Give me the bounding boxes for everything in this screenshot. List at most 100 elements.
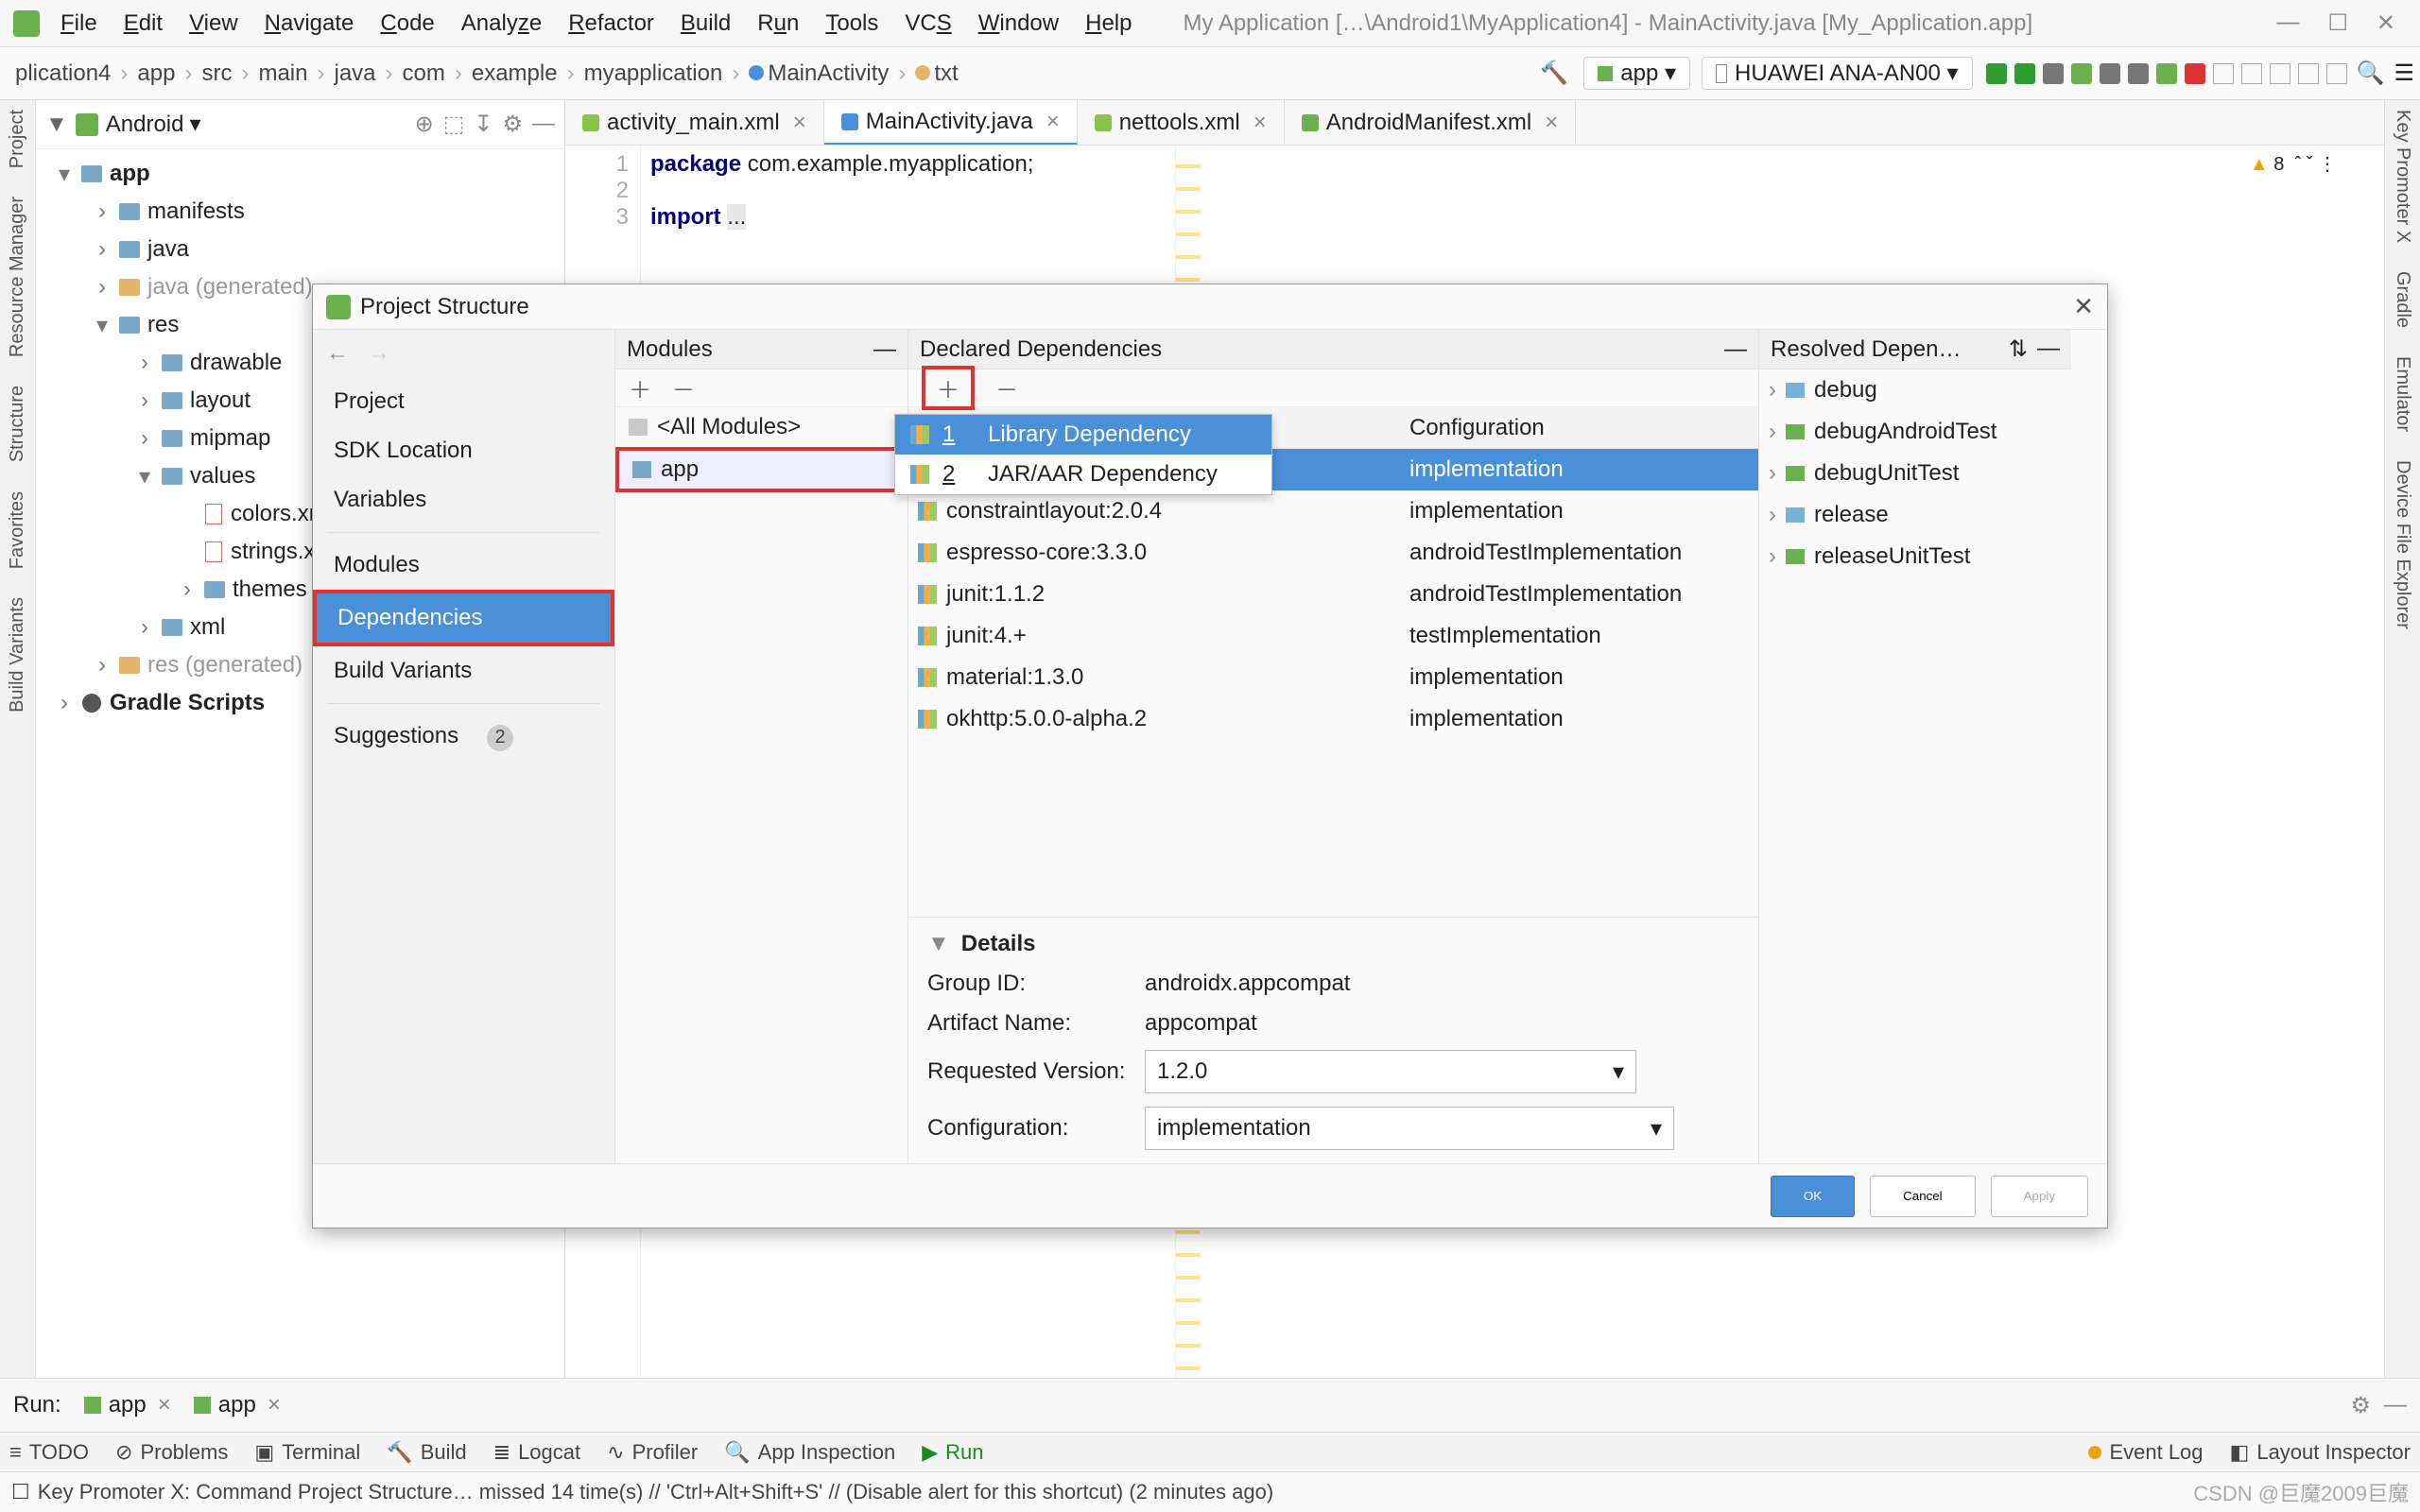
collapse-icon[interactable]: —: [1724, 336, 1747, 363]
tab-build[interactable]: 🔨 Build: [387, 1440, 466, 1465]
crumb[interactable]: example: [462, 60, 567, 87]
tab-app-inspection[interactable]: 🔍 App Inspection: [724, 1440, 895, 1465]
remove-dependency-icon[interactable]: －: [995, 371, 1018, 404]
close-tab-icon[interactable]: ×: [1046, 109, 1060, 135]
dep-row[interactable]: junit:4.+testImplementation: [908, 615, 1758, 657]
debug-icon[interactable]: [2071, 63, 2092, 84]
close-tab-icon[interactable]: ×: [1253, 110, 1267, 136]
menu-analyze[interactable]: Analyze: [448, 10, 555, 37]
tree-app[interactable]: ▾app: [36, 155, 564, 193]
remove-module-icon[interactable]: －: [672, 371, 695, 404]
crumb[interactable]: main: [249, 60, 317, 87]
editor-warnings[interactable]: ▲ 8 ˆ ˇ ⋮: [2250, 152, 2337, 176]
tab-logcat[interactable]: ≣ Logcat: [493, 1440, 581, 1465]
run-tab[interactable]: app×: [194, 1392, 281, 1418]
nav-modules[interactable]: Modules: [313, 541, 614, 590]
minimize-icon[interactable]: ―: [2276, 9, 2299, 37]
attach-icon[interactable]: [2043, 63, 2064, 84]
rail-device-file-explorer[interactable]: Device File Explorer: [2392, 460, 2413, 629]
close-tab-icon[interactable]: ×: [1545, 110, 1558, 136]
resolved-row[interactable]: ›release: [1759, 494, 2071, 536]
tab-activity-main[interactable]: activity_main.xml×: [565, 100, 824, 145]
run-config-combo[interactable]: app ▾: [1583, 57, 1690, 90]
ok-button[interactable]: OK: [1771, 1176, 1855, 1217]
crumb[interactable]: app: [128, 60, 184, 87]
rail-structure[interactable]: Structure: [7, 386, 28, 462]
tab-todo[interactable]: ≡ TODO: [9, 1440, 89, 1465]
tab-layout-inspector[interactable]: ◧ Layout Inspector: [2230, 1440, 2411, 1465]
nav-sdk-location[interactable]: SDK Location: [313, 426, 614, 475]
misc-icon[interactable]: [2298, 63, 2319, 84]
bug-icon[interactable]: [2156, 63, 2177, 84]
menu-window[interactable]: Window: [965, 10, 1072, 37]
cancel-button[interactable]: Cancel: [1870, 1176, 1976, 1217]
avd-icon[interactable]: [2213, 63, 2234, 84]
popup-jar-dependency[interactable]: 2 JAR/AAR Dependency: [895, 455, 1271, 494]
nav-project[interactable]: Project: [313, 377, 614, 426]
rail-project[interactable]: Project: [7, 110, 28, 168]
tab-manifest[interactable]: AndroidManifest.xml×: [1285, 100, 1576, 145]
add-module-icon[interactable]: ＋: [629, 371, 651, 404]
nav-back-icon[interactable]: ←: [326, 340, 349, 367]
module-all[interactable]: <All Modules>: [615, 407, 908, 447]
sdk-icon[interactable]: [2241, 63, 2262, 84]
rail-key-promoter[interactable]: Key Promoter X: [2392, 110, 2413, 243]
rail-favorites[interactable]: Favorites: [7, 491, 28, 569]
run-icon[interactable]: [1986, 63, 2007, 84]
tab-event-log[interactable]: Event Log: [2088, 1440, 2203, 1465]
collapse-icon[interactable]: —: [873, 336, 896, 363]
nav-variables[interactable]: Variables: [313, 475, 614, 524]
stop-icon[interactable]: [2185, 63, 2205, 84]
tab-run[interactable]: ▶ Run: [922, 1440, 983, 1465]
crumb[interactable]: com: [393, 60, 455, 87]
menu-build[interactable]: Build: [667, 10, 744, 37]
misc-icon[interactable]: [2326, 63, 2347, 84]
nav-dependencies[interactable]: Dependencies: [313, 590, 614, 646]
dep-row[interactable]: espresso-core:3.3.0androidTestImplementa…: [908, 532, 1758, 574]
dialog-close-icon[interactable]: ✕: [2073, 292, 2094, 321]
menu-tools[interactable]: Tools: [812, 10, 891, 37]
crumb[interactable]: MainActivity: [739, 60, 898, 87]
gear-icon[interactable]: ⚙: [2350, 1392, 2371, 1419]
tab-profiler[interactable]: ∿ Profiler: [607, 1440, 698, 1465]
hide-icon[interactable]: —: [2384, 1392, 2407, 1419]
crumb[interactable]: java: [324, 60, 385, 87]
rerun-icon[interactable]: [2014, 63, 2035, 84]
menu-refactor[interactable]: Refactor: [555, 10, 667, 37]
sort-icon[interactable]: ↧: [474, 111, 493, 138]
resolved-row[interactable]: ›debugUnitTest: [1759, 453, 2071, 494]
dep-list[interactable]: appcompat:1.2.0implementation constraint…: [908, 449, 1758, 917]
menu-run[interactable]: Run: [744, 10, 812, 37]
tab-nettools[interactable]: nettools.xml×: [1078, 100, 1285, 145]
gear-icon[interactable]: ⚙: [502, 111, 523, 138]
crumb[interactable]: plication4: [6, 60, 120, 87]
project-mode[interactable]: Android: [106, 112, 184, 138]
dep-row[interactable]: material:1.3.0implementation: [908, 657, 1758, 698]
tab-problems[interactable]: ⊘ Problems: [115, 1440, 228, 1465]
menu-code[interactable]: Code: [367, 10, 447, 37]
dep-row[interactable]: junit:1.1.2androidTestImplementation: [908, 574, 1758, 615]
dep-row[interactable]: okhttp:5.0.0-alpha.2implementation: [908, 698, 1758, 740]
resolved-row[interactable]: ›debugAndroidTest: [1759, 411, 2071, 453]
profile-icon[interactable]: [2128, 63, 2149, 84]
filter-icon[interactable]: ⇅: [2009, 335, 2028, 363]
coverage-icon[interactable]: [2100, 63, 2120, 84]
device-combo[interactable]: HUAWEI ANA-AN00 ▾: [1702, 57, 1973, 90]
dep-row[interactable]: constraintlayout:2.0.4implementation: [908, 490, 1758, 532]
close-icon[interactable]: ✕: [2377, 9, 2395, 37]
module-app[interactable]: app: [615, 447, 908, 492]
menu-vcs[interactable]: VCS: [891, 10, 964, 37]
tree-java[interactable]: ›java: [36, 231, 564, 268]
tab-terminal[interactable]: ▣ Terminal: [254, 1440, 360, 1465]
menu-help[interactable]: Help: [1072, 10, 1145, 37]
target-icon[interactable]: ⊕: [415, 111, 434, 138]
tab-mainactivity[interactable]: MainActivity.java×: [824, 100, 1078, 145]
crumb[interactable]: myapplication: [575, 60, 733, 87]
crumb[interactable]: src: [192, 60, 241, 87]
hide-icon[interactable]: —: [532, 111, 555, 138]
collapse-icon[interactable]: ⬚: [443, 111, 465, 138]
add-dependency-icon[interactable]: ＋: [922, 366, 975, 410]
settings-icon[interactable]: ☰: [2394, 60, 2414, 87]
run-tab[interactable]: app×: [84, 1392, 171, 1418]
close-tab-icon[interactable]: ×: [793, 110, 806, 136]
